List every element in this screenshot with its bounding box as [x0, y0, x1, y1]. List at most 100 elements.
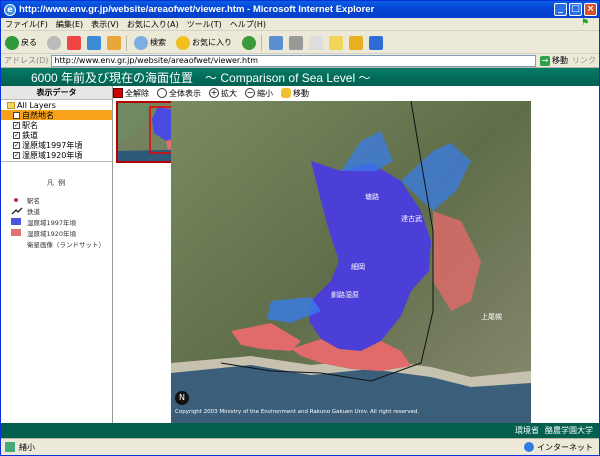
print-icon[interactable]: [289, 35, 303, 50]
legend-item: 駅名: [1, 194, 112, 205]
menu-favorites[interactable]: お気に入り(A): [127, 19, 179, 30]
zoom-in-icon: +: [209, 88, 219, 98]
legend-item: 鉄道: [1, 205, 112, 216]
hand-icon: [281, 88, 291, 98]
place-label: 上尾幌: [481, 312, 502, 321]
browser-window: e http://www.env.gr.jp/website/areaofwet…: [0, 0, 600, 456]
legend-item: 湿原域1997年頃: [1, 216, 112, 227]
address-input[interactable]: http://www.env.gr.jp/website/areaofwet/v…: [51, 54, 536, 67]
search-icon: [134, 35, 148, 50]
map-panel: 全解除 全体表示 + 拡大 − 縮小 移動 塘路 細岡 釧路湿原 達古武 上尾幌…: [113, 86, 599, 423]
title-bar: e http://www.env.gr.jp/website/areaofwet…: [1, 1, 599, 18]
layer-checkbox[interactable]: [13, 131, 20, 139]
clear-icon: [113, 88, 123, 98]
status-text: 緒小: [19, 442, 35, 452]
layer-panel-title: 表示データ: [1, 86, 112, 100]
favorites-button[interactable]: お気に入り: [172, 35, 232, 50]
place-label: 釧路湿原: [331, 290, 359, 299]
edit-icon[interactable]: [309, 35, 323, 50]
legend-label: 湿原域1997年頃: [27, 218, 77, 227]
address-label: アドレス(D): [4, 56, 49, 65]
layer-item[interactable]: 自然地名: [1, 110, 112, 120]
zoom-out-button[interactable]: − 縮小: [245, 88, 273, 99]
station-dot-icon: [14, 197, 18, 202]
place-label: 細岡: [351, 262, 365, 271]
layer-checkbox[interactable]: [13, 121, 20, 129]
page-banner: 6000 年前及び現在の海面位置 ～ Comparison of Sea Lev…: [1, 68, 599, 86]
menu-bar: ファイル(F) 編集(E) 表示(V) お気に入り(A) ツール(T) ヘルプ(…: [1, 18, 599, 31]
layer-item[interactable]: 湿原域1997年頃: [1, 140, 112, 150]
go-button[interactable]: → 移動: [540, 55, 568, 66]
zoom-in-button[interactable]: + 拡大: [209, 88, 237, 99]
maximize-button[interactable]: □: [569, 3, 582, 16]
pan-label: 移動: [293, 88, 309, 98]
folder-icon: [7, 101, 15, 109]
railway-line-icon: [11, 207, 23, 214]
wetland-1920-swatch: [11, 229, 21, 236]
menu-tools[interactable]: ツール(T): [187, 19, 222, 30]
refresh-icon[interactable]: [87, 35, 101, 50]
menu-edit[interactable]: 編集(E): [56, 19, 83, 30]
layer-checkbox[interactable]: [13, 111, 20, 119]
page-loaded-icon: [5, 442, 15, 452]
layer-item[interactable]: 湿原域1920年頃: [1, 150, 112, 160]
pan-button[interactable]: 移動: [281, 88, 309, 99]
minimize-button[interactable]: _: [554, 3, 567, 16]
menu-file[interactable]: ファイル(F): [5, 19, 48, 30]
search-button[interactable]: 検索: [130, 35, 166, 50]
clear-label: 全解除: [125, 88, 149, 98]
satellite-swatch: [11, 240, 21, 247]
clear-button[interactable]: 全解除: [113, 88, 149, 99]
map-copyright: Copyright 2003 Ministry of the Environme…: [175, 409, 420, 415]
menu-help[interactable]: ヘルプ(H): [230, 19, 266, 30]
back-arrow-icon: [5, 35, 19, 50]
favorites-label: お気に入り: [192, 38, 232, 47]
full-extent-label: 全体表示: [169, 88, 201, 98]
place-label: 塘路: [365, 192, 379, 201]
back-label: 戻る: [21, 38, 37, 47]
windows-flag-icon: ⚑: [581, 18, 590, 28]
layer-item[interactable]: 鉄道: [1, 130, 112, 140]
main-map[interactable]: 塘路 細岡 釧路湿原 達古武 上尾幌 N Copyright 2003 Mini…: [171, 101, 531, 423]
home-icon[interactable]: [107, 35, 121, 50]
back-button[interactable]: 戻る: [1, 35, 37, 50]
history-icon[interactable]: [242, 35, 256, 50]
go-arrow-icon: →: [540, 55, 550, 66]
discuss-icon[interactable]: [369, 35, 383, 50]
legend-label: 駅名: [27, 196, 40, 205]
layer-label: 湿原域1920年頃: [22, 150, 83, 160]
full-extent-button[interactable]: 全体表示: [157, 88, 201, 99]
layer-checkbox[interactable]: [13, 151, 20, 159]
legend-label: 湿原域1920年頃: [27, 229, 77, 238]
north-arrow-icon: N: [175, 391, 189, 405]
address-bar: アドレス(D) http://www.env.gr.jp/website/are…: [1, 54, 599, 68]
layer-panel: 表示データ All Layers 自然地名 駅名 鉄道: [1, 86, 113, 423]
star-icon: [176, 35, 190, 50]
folder-icon[interactable]: [329, 35, 343, 50]
legend-item: 湿原域1920年頃: [1, 227, 112, 238]
forward-arrow-icon[interactable]: [47, 35, 61, 50]
toolbar-divider: [261, 34, 262, 51]
address-url: http://www.env.gr.jp/website/areaofwet/v…: [54, 56, 259, 65]
legend-label: 衛星画像（ランドサット）: [27, 240, 105, 249]
page-footer: 環境省 酪農学園大学: [1, 423, 599, 438]
stop-icon[interactable]: [67, 35, 81, 50]
layer-checkbox[interactable]: [13, 141, 20, 149]
map-toolbar: 全解除 全体表示 + 拡大 − 縮小 移動: [113, 86, 599, 100]
links-button[interactable]: リンク: [572, 55, 596, 66]
toolbar: 戻る 検索 お気に入り: [1, 32, 599, 54]
messenger-icon[interactable]: [349, 35, 363, 50]
mail-icon[interactable]: [269, 35, 283, 50]
layer-item[interactable]: All Layers: [1, 100, 112, 110]
close-button[interactable]: ×: [584, 3, 597, 16]
zoom-in-label: 拡大: [221, 88, 237, 98]
zone-label: インターネット: [537, 442, 593, 452]
menu-view[interactable]: 表示(V): [91, 19, 119, 30]
footer-org-2: 酪農学園大学: [545, 426, 593, 435]
legend-header: 凡 例: [46, 179, 67, 187]
layer-tree: All Layers 自然地名 駅名 鉄道 湿原域1997年頃: [1, 100, 112, 162]
layer-item[interactable]: 駅名: [1, 120, 112, 130]
ie-icon: e: [4, 3, 16, 16]
layer-label: All Layers: [17, 100, 56, 110]
footer-org-1: 環境省: [515, 426, 539, 435]
